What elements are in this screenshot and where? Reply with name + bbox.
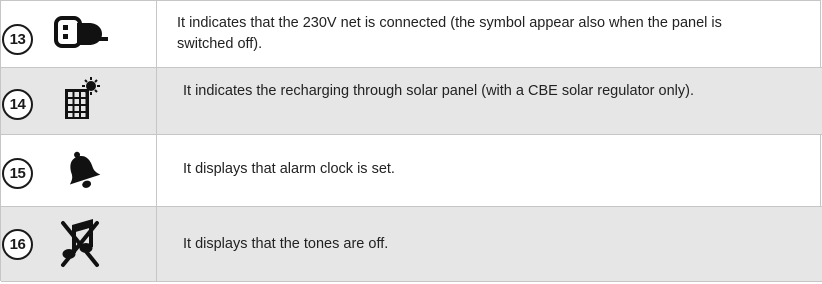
solar-panel-icon	[65, 77, 100, 119]
row-description: It displays that the tones are off.	[183, 236, 389, 252]
row-number-badge: 16	[2, 229, 33, 260]
symbol-table: 13 It indicates that the 230V net is con…	[0, 0, 822, 282]
mains-plug-icon	[54, 16, 108, 48]
row-description: It indicates the recharging through sola…	[183, 83, 694, 99]
row-number-badge: 13	[2, 24, 33, 55]
bell-icon	[69, 151, 101, 188]
table-row: 14 It indicates the recharging through s…	[1, 68, 822, 135]
column-divider	[156, 135, 157, 206]
row-number-badge: 15	[2, 158, 33, 189]
table-row: 15 It displays that alarm clock is set.	[1, 135, 822, 207]
column-divider	[156, 207, 157, 281]
row-description: It displays that alarm clock is set.	[183, 161, 395, 177]
table-row: 16 It displays that the tones are off.	[1, 207, 822, 282]
column-divider	[156, 1, 157, 67]
row-number-badge: 14	[2, 89, 33, 120]
table-row: 13 It indicates that the 230V net is con…	[1, 1, 822, 68]
column-divider	[156, 68, 157, 134]
tones-off-icon	[61, 219, 99, 267]
row-description: It indicates that the 230V net is connec…	[177, 15, 722, 52]
